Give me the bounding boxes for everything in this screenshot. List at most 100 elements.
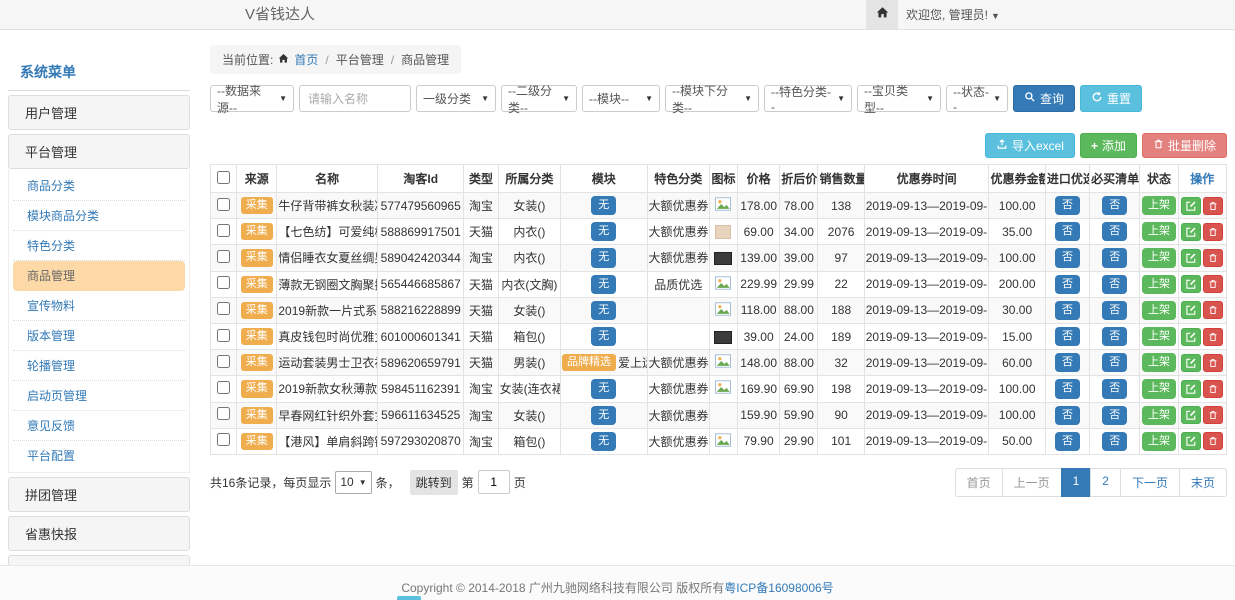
filter-select-source[interactable]: --数据来源--▼ [210, 85, 294, 112]
status-badge[interactable]: 上架 [1142, 432, 1176, 451]
edit-button[interactable] [1181, 406, 1201, 424]
user-menu[interactable]: 欢迎您, 管理员!▼ [906, 0, 1000, 31]
row-checkbox[interactable] [217, 276, 230, 289]
edit-button[interactable] [1181, 301, 1201, 319]
sidebar-sub-item[interactable]: 商品分类 [13, 171, 185, 201]
edit-button[interactable] [1181, 354, 1201, 372]
filter-select-module-sub[interactable]: --模块下分类--▼ [665, 85, 759, 112]
row-checkbox[interactable] [217, 329, 230, 342]
sidebar-sub-item[interactable]: 特色分类 [13, 231, 185, 261]
breadcrumb-home-link[interactable]: 首页 [294, 51, 318, 68]
row-checkbox[interactable] [217, 355, 230, 368]
add-button[interactable]: +添加 [1080, 133, 1137, 158]
row-checkbox[interactable] [217, 198, 230, 211]
batch-delete-button[interactable]: 批量删除 [1142, 133, 1227, 158]
page-button[interactable]: 2 [1090, 468, 1121, 497]
sidebar-sub-item[interactable]: 轮播管理 [13, 351, 185, 381]
filter-select-category2[interactable]: --二级分类--▼ [501, 85, 577, 112]
delete-button[interactable] [1203, 380, 1223, 398]
must-buy-toggle-badge[interactable]: 否 [1102, 406, 1127, 425]
delete-button[interactable] [1203, 223, 1223, 241]
page-number-input[interactable] [478, 470, 510, 494]
status-badge[interactable]: 上架 [1142, 379, 1176, 398]
filter-select-status[interactable]: --状态--▼ [946, 85, 1008, 112]
status-badge[interactable]: 上架 [1142, 406, 1176, 425]
sidebar-sub-item[interactable]: 平台配置 [13, 441, 185, 470]
filter-select-category1[interactable]: 一级分类▼ [416, 85, 496, 112]
status-badge[interactable]: 上架 [1142, 353, 1176, 372]
sidebar-sub-item[interactable]: 意见反馈 [13, 411, 185, 441]
sidebar-sub-item[interactable]: 版本管理 [13, 321, 185, 351]
row-checkbox[interactable] [217, 224, 230, 237]
status-badge[interactable]: 上架 [1142, 196, 1176, 215]
sidebar-group-item[interactable]: 平台管理 [8, 134, 190, 169]
select-all-checkbox[interactable] [217, 171, 230, 184]
filter-select-item-type[interactable]: --宝贝类型--▼ [857, 85, 941, 112]
row-checkbox[interactable] [217, 407, 230, 420]
edit-button[interactable] [1181, 223, 1201, 241]
delete-button[interactable] [1203, 432, 1223, 450]
edit-button[interactable] [1181, 197, 1201, 215]
must-buy-toggle-badge[interactable]: 否 [1102, 248, 1127, 267]
must-buy-toggle-badge[interactable]: 否 [1102, 196, 1127, 215]
status-badge[interactable]: 上架 [1142, 248, 1176, 267]
must-buy-toggle-badge[interactable]: 否 [1102, 275, 1127, 294]
delete-button[interactable] [1203, 197, 1223, 215]
status-badge[interactable]: 上架 [1142, 222, 1176, 241]
home-button[interactable] [866, 0, 898, 29]
status-badge[interactable]: 上架 [1142, 301, 1176, 320]
edit-button[interactable] [1181, 380, 1201, 398]
imported-toggle-badge[interactable]: 否 [1055, 379, 1080, 398]
import-excel-button[interactable]: 导入excel [985, 133, 1075, 158]
imported-toggle-badge[interactable]: 否 [1055, 275, 1080, 294]
sidebar-sub-item[interactable]: 宣传物料 [13, 291, 185, 321]
status-badge[interactable]: 上架 [1142, 275, 1176, 294]
sidebar-sub-item[interactable]: 模块商品分类 [13, 201, 185, 231]
row-checkbox[interactable] [217, 302, 230, 315]
must-buy-toggle-badge[interactable]: 否 [1102, 353, 1127, 372]
delete-button[interactable] [1203, 328, 1223, 346]
imported-toggle-badge[interactable]: 否 [1055, 353, 1080, 372]
sidebar-sub-item[interactable]: 启动页管理 [13, 381, 185, 411]
per-page-select[interactable]: 10 ▼ [335, 471, 371, 494]
delete-button[interactable] [1203, 406, 1223, 424]
name-search-input[interactable] [299, 85, 411, 112]
must-buy-toggle-badge[interactable]: 否 [1102, 222, 1127, 241]
edit-button[interactable] [1181, 275, 1201, 293]
delete-button[interactable] [1203, 301, 1223, 319]
imported-toggle-badge[interactable]: 否 [1055, 248, 1080, 267]
filter-select-module[interactable]: --模块--▼ [582, 85, 660, 112]
delete-button[interactable] [1203, 249, 1223, 267]
sidebar-group-item[interactable]: 用户管理 [8, 95, 190, 130]
imported-toggle-badge[interactable]: 否 [1055, 406, 1080, 425]
page-button[interactable]: 末页 [1179, 468, 1227, 497]
imported-toggle-badge[interactable]: 否 [1055, 327, 1080, 346]
sidebar-group-item[interactable]: 拼团管理 [8, 477, 190, 512]
page-button[interactable]: 下一页 [1120, 468, 1180, 497]
delete-button[interactable] [1203, 354, 1223, 372]
imported-toggle-badge[interactable]: 否 [1055, 196, 1080, 215]
must-buy-toggle-badge[interactable]: 否 [1102, 327, 1127, 346]
imported-toggle-badge[interactable]: 否 [1055, 301, 1080, 320]
edit-button[interactable] [1181, 328, 1201, 346]
page-button[interactable]: 上一页 [1002, 468, 1062, 497]
delete-button[interactable] [1203, 275, 1223, 293]
row-checkbox[interactable] [217, 381, 230, 394]
reset-button[interactable]: 重置 [1080, 85, 1142, 112]
must-buy-toggle-badge[interactable]: 否 [1102, 301, 1127, 320]
sidebar-group-item[interactable]: 省惠快报 [8, 516, 190, 551]
imported-toggle-badge[interactable]: 否 [1055, 222, 1080, 241]
edit-button[interactable] [1181, 432, 1201, 450]
must-buy-toggle-badge[interactable]: 否 [1102, 379, 1127, 398]
page-button[interactable]: 首页 [955, 468, 1003, 497]
row-checkbox[interactable] [217, 250, 230, 263]
must-buy-toggle-badge[interactable]: 否 [1102, 432, 1127, 451]
search-button[interactable]: 查询 [1013, 85, 1075, 112]
imported-toggle-badge[interactable]: 否 [1055, 432, 1080, 451]
edit-button[interactable] [1181, 249, 1201, 267]
status-badge[interactable]: 上架 [1142, 327, 1176, 346]
icp-link[interactable]: 粤ICP备16098006号 [724, 581, 833, 595]
jump-button[interactable]: 跳转到 [410, 470, 458, 495]
sidebar-sub-item[interactable]: 商品管理 [13, 261, 185, 291]
page-button[interactable]: 1 [1061, 468, 1092, 497]
